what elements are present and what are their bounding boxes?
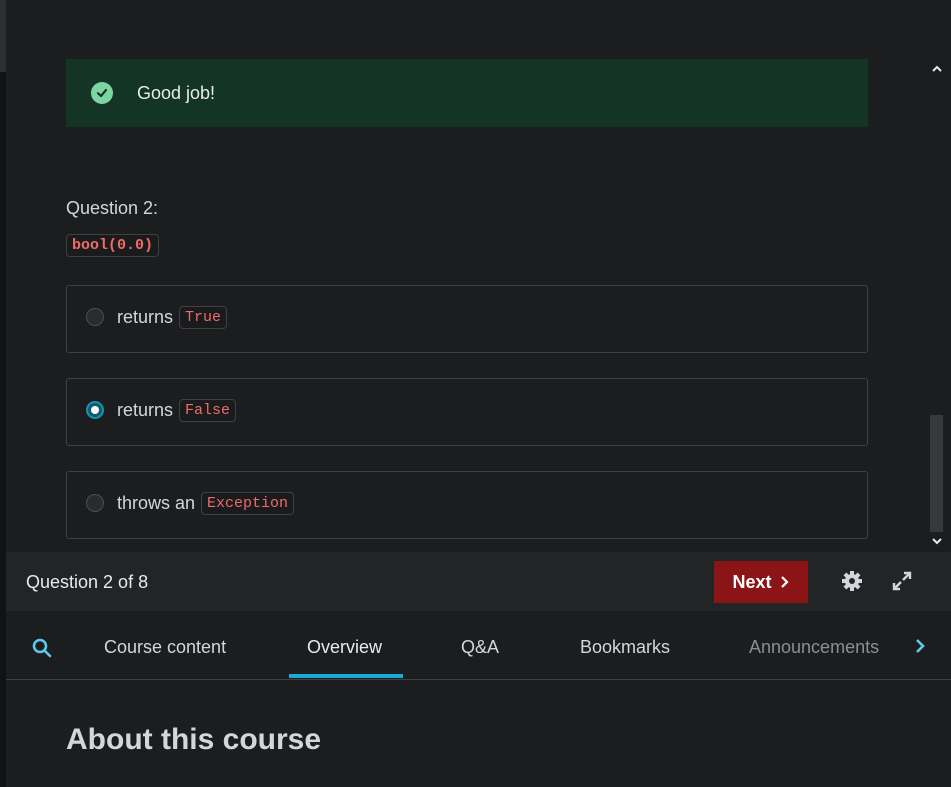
next-button[interactable]: Next bbox=[714, 561, 808, 603]
next-button-label: Next bbox=[732, 571, 772, 592]
tab-bookmarks[interactable]: Bookmarks bbox=[580, 637, 670, 658]
tab-overview[interactable]: Overview bbox=[307, 637, 382, 658]
option-prefix: throws an bbox=[117, 493, 196, 513]
option-code: False bbox=[179, 399, 237, 422]
radio-dot bbox=[91, 406, 99, 414]
chevron-up-icon[interactable] bbox=[928, 60, 945, 78]
gear-icon[interactable] bbox=[840, 569, 864, 593]
option-text: returns False bbox=[117, 399, 237, 422]
option-prefix: returns bbox=[117, 307, 174, 327]
chevron-down-icon[interactable] bbox=[928, 532, 945, 550]
option-text: returns True bbox=[117, 306, 228, 329]
question-code: bool(0.0) bbox=[66, 234, 160, 257]
question-code-badge: bool(0.0) bbox=[66, 234, 160, 257]
option-prefix: returns bbox=[117, 400, 174, 420]
about-course-heading: About this course bbox=[66, 723, 322, 756]
scrollbar-thumb[interactable] bbox=[930, 415, 943, 532]
scrollbar[interactable] bbox=[928, 60, 945, 550]
answer-option-1[interactable]: returns True bbox=[66, 285, 868, 353]
expand-icon[interactable] bbox=[890, 569, 914, 593]
feedback-banner: Good job! bbox=[66, 59, 868, 127]
option-code: Exception bbox=[201, 492, 295, 515]
option-code: True bbox=[179, 306, 228, 329]
option-text: throws an Exception bbox=[117, 492, 295, 515]
quiz-area: Good job! Question 2: bool(0.0) returns … bbox=[6, 0, 951, 552]
search-icon[interactable] bbox=[31, 637, 53, 659]
feedback-text: Good job! bbox=[137, 83, 216, 103]
question-progress: Question 2 of 8 bbox=[26, 572, 149, 592]
active-tab-indicator bbox=[289, 674, 403, 678]
radio-button[interactable] bbox=[86, 308, 104, 326]
question-label: Question 2: bbox=[66, 198, 159, 218]
quiz-footer: Question 2 of 8 Next bbox=[6, 552, 951, 611]
chevron-right-icon[interactable] bbox=[913, 637, 931, 657]
radio-button[interactable] bbox=[86, 494, 104, 512]
tab-qa[interactable]: Q&A bbox=[461, 637, 499, 658]
check-circle-icon bbox=[91, 82, 113, 104]
radio-button-selected[interactable] bbox=[86, 401, 104, 419]
tab-course-content[interactable]: Course content bbox=[104, 637, 226, 658]
answer-option-3[interactable]: throws an Exception bbox=[66, 471, 868, 539]
tab-announcements[interactable]: Announcements bbox=[749, 637, 879, 658]
course-tabs: Course content Overview Q&A Bookmarks An… bbox=[6, 611, 951, 680]
chevron-right-icon bbox=[780, 576, 789, 588]
answer-option-2[interactable]: returns False bbox=[66, 378, 868, 446]
